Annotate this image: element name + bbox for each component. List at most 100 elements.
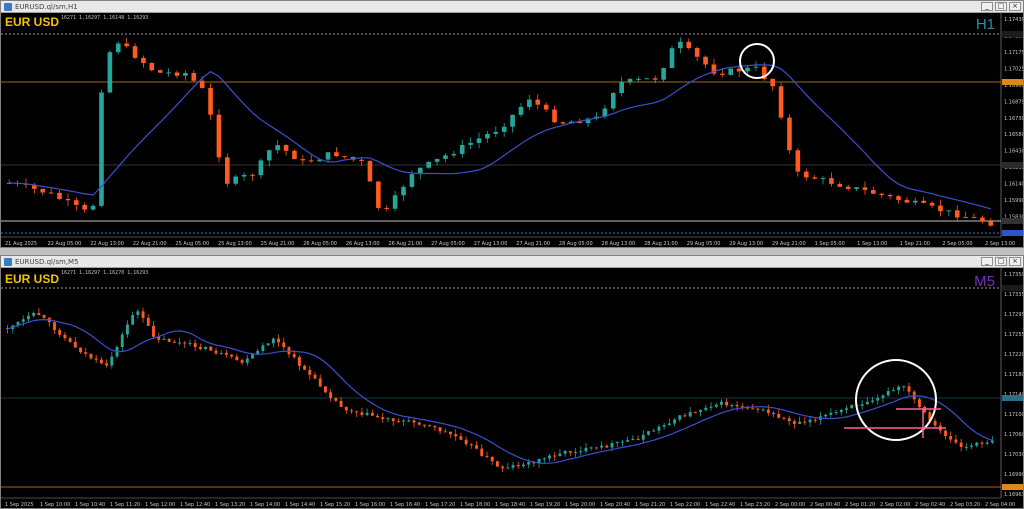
window-titlebar[interactable]: EURUSD.ql/sm,H1 _ □ × [1,1,1023,13]
candle-body [308,369,312,375]
candle-body [219,352,223,354]
candle-body [579,451,583,453]
time-tick-label: 21 Aug 2025 [5,241,37,247]
candle-body [376,181,381,208]
chart-window-icon [4,3,12,11]
candle-body [152,325,155,337]
time-tick-label: 1 Sep 13:00 [857,241,887,247]
time-tick-label: 1 Sep 2025 [5,502,34,508]
candle-body [392,195,398,209]
chart-window-h1[interactable]: EURUSD.ql/sm,H1 _ □ × 1.174301.173501.17… [0,0,1024,248]
candle-body [745,67,750,72]
candle-body [391,418,395,422]
price-tick-label: 1.17175 [1004,50,1023,56]
candle-body [770,78,775,87]
close-button[interactable]: × [1009,2,1021,11]
candle-body [297,357,301,366]
ohlc-readout: 16271 1.16297 1.16270 1.16293 [61,270,149,276]
timeframe-label: M5 [974,273,995,290]
window-titlebar[interactable]: EURUSD.ql/sm,M5 _ □ × [1,256,1023,268]
candle-body [344,406,348,411]
time-tick-label: 2 Sep 00:40 [810,502,840,508]
candle-body [862,187,868,191]
candle-body [386,418,390,420]
candle-body [829,412,833,415]
time-tick-label: 1 Sep 10:00 [40,502,70,508]
candle-body [407,420,411,422]
candle-body [897,386,901,391]
time-tick-label: 29 Aug 21:00 [772,241,806,247]
price-chart-m5[interactable]: 1.17350 1.17335 1.17295 1.17255 1.17220 1.171… [1,268,1023,508]
symbol-label: EUR USD [5,272,60,286]
candle-body [401,186,406,196]
candle-body [963,217,968,219]
candle-body [959,442,963,447]
candle-body [409,174,415,187]
candle-body [669,48,675,69]
candle-body [370,412,374,416]
candle-body [902,386,906,388]
candle-body [334,152,339,157]
chart-window-m5[interactable]: EURUSD.ql/sm,M5 _ □ × 1.17350 1.17335 1.17… [0,255,1024,509]
candle-body [275,145,280,151]
candle-body [725,401,729,406]
candle-body [451,153,457,156]
price-tick-label: 1.17255 [1004,332,1023,338]
candle-body [490,456,494,462]
price-tick-label: 1.16430 [1004,149,1023,155]
candle-body [126,324,129,335]
close-button[interactable]: × [1009,257,1021,266]
candle-body [667,423,671,426]
candle-body [921,200,926,203]
candle-body [619,82,624,94]
time-tick-label: 26 Aug 05:00 [303,241,337,247]
candle-body [704,407,708,411]
minimize-button[interactable]: _ [981,2,993,11]
candle-body [904,199,910,203]
maximize-button[interactable]: □ [995,2,1007,11]
candle-body [208,88,213,115]
candle-body [105,363,109,366]
candle-body [808,419,812,423]
candle-body [334,397,338,401]
price-chart-h1[interactable]: 1.174301.173501.171751.170251.169601.168… [1,13,1023,247]
candle-body [178,342,181,344]
time-tick-label: 2 Sep 13:00 [985,241,1015,247]
price-marker [1002,285,1023,291]
candle-body [971,217,977,219]
chart-canvas-m5[interactable]: 1.17350 1.17335 1.17295 1.17255 1.17220 1.171… [1,268,1023,508]
maximize-button[interactable]: □ [995,257,1007,266]
candle-body [584,447,588,452]
candle-body [141,311,145,318]
candle-body [891,390,895,392]
time-tick-label: 1 Sep 10:40 [75,502,105,508]
candle-body [589,447,593,449]
price-marker [1002,79,1023,85]
price-marker [1002,395,1023,401]
candle-body [535,99,541,105]
time-tick-label: 1 Sep 05:00 [815,241,845,247]
candle-body [985,442,989,444]
candle-body [896,196,901,200]
chart-canvas-h1[interactable]: 1.174301.173501.171751.170251.169601.168… [1,13,1023,247]
minimize-button[interactable]: _ [981,257,993,266]
candle-body [792,421,796,424]
candle-body [65,199,71,201]
time-tick-label: 1 Sep 20:40 [600,502,630,508]
candle-body [233,176,239,184]
price-marker [1002,230,1023,236]
candle-body [812,177,817,179]
candle-body [839,409,843,413]
candle-body [730,405,734,407]
candle-body [678,415,682,420]
candle-body [468,142,473,145]
candle-body [693,412,697,414]
candle-body [198,347,202,349]
candle-body [303,365,307,370]
candle-body [542,458,546,460]
candle-body [938,205,943,212]
candle-body [475,445,478,449]
candle-body [141,57,146,64]
candle-body [887,194,893,197]
candle-body [292,354,296,358]
